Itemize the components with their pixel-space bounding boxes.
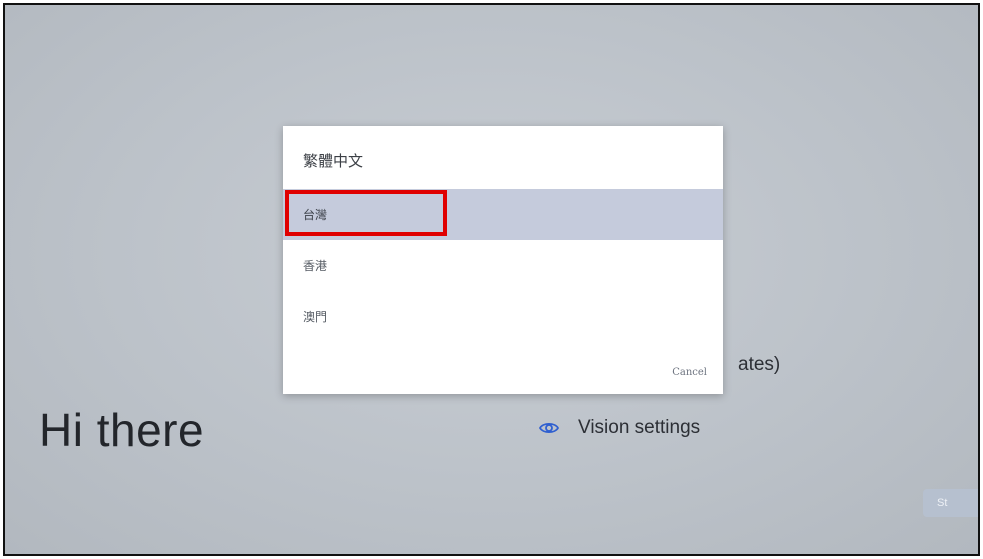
- obscured-option-text: ates): [738, 354, 781, 375]
- start-button[interactable]: St: [923, 489, 978, 517]
- vision-settings-option[interactable]: Vision settings: [538, 417, 700, 439]
- region-dialog: 繁體中文 台灣 香港 澳門 Cancel: [283, 126, 723, 394]
- dialog-title: 繁體中文: [303, 152, 364, 170]
- greeting-heading: Hi there: [39, 404, 205, 456]
- region-option-macau[interactable]: 澳門: [283, 291, 723, 342]
- region-option-taiwan[interactable]: 台灣: [283, 189, 723, 240]
- eye-icon: [538, 417, 560, 439]
- cancel-button[interactable]: Cancel: [672, 367, 707, 378]
- region-list: 台灣 香港 澳門: [283, 189, 723, 342]
- region-option-hong-kong[interactable]: 香港: [283, 240, 723, 291]
- vision-settings-label: Vision settings: [578, 417, 701, 438]
